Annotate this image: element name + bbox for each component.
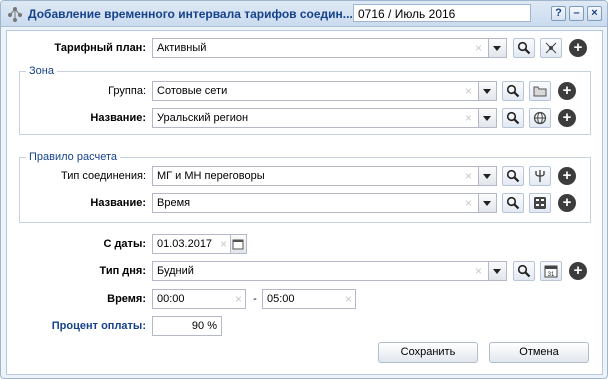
add-icon[interactable]: + <box>558 194 576 212</box>
clear-icon[interactable]: × <box>475 39 482 57</box>
rule-legend: Правило расчета <box>29 151 117 163</box>
search-button[interactable] <box>513 261 535 281</box>
search-button[interactable] <box>502 166 524 186</box>
hierarchy-button[interactable] <box>540 38 562 58</box>
form-body: Тарифный план: Активный × + Зона Группа:… <box>6 30 603 375</box>
time-from-field[interactable]: 00:00 × <box>152 289 246 309</box>
clear-icon[interactable]: × <box>465 194 472 212</box>
dialog-window: Добавление временного интервала тарифов … <box>0 0 608 379</box>
clear-icon[interactable]: × <box>345 290 352 308</box>
tariff-plan-label: Тарифный план: <box>54 42 146 54</box>
time-to-value: 05:00 <box>267 293 295 305</box>
network-icon <box>8 7 22 22</box>
chevron-down-icon[interactable] <box>478 167 496 185</box>
rule-name-combo[interactable]: Время × <box>152 193 497 213</box>
connection-type-label: Тип соединения: <box>61 170 146 182</box>
search-button[interactable] <box>502 108 524 128</box>
search-button[interactable] <box>502 81 524 101</box>
clear-icon[interactable]: × <box>465 167 472 185</box>
add-icon[interactable]: + <box>558 167 576 185</box>
chevron-down-icon[interactable] <box>478 194 496 212</box>
search-icon <box>506 84 520 98</box>
date-picker-trigger[interactable] <box>231 234 247 254</box>
hierarchy-icon <box>545 42 557 54</box>
time-separator: - <box>253 293 257 305</box>
search-icon <box>506 169 520 183</box>
payment-percent-value: 90 % <box>191 320 217 332</box>
calendar-day-text: 31 <box>548 272 555 278</box>
clear-icon[interactable]: × <box>465 109 472 127</box>
search-icon <box>517 41 531 55</box>
zone-name-combo[interactable]: Уральский регион × <box>152 108 497 128</box>
rule-name-value: Время <box>157 197 191 209</box>
add-icon[interactable]: + <box>558 109 576 127</box>
date-from-value: 01.03.2017 <box>157 238 213 250</box>
date-from-field[interactable]: 01.03.2017 × <box>152 234 231 254</box>
connection-type-value: МГ и МН переговоры <box>157 170 265 182</box>
cancel-button[interactable]: Отмена <box>489 342 589 363</box>
save-button[interactable]: Сохранить <box>378 342 478 363</box>
payment-percent-label: Процент оплаты: <box>51 320 146 332</box>
date-from-label: С даты: <box>103 238 146 250</box>
search-icon <box>517 264 531 278</box>
group-label: Группа: <box>108 85 146 97</box>
search-button[interactable] <box>513 38 535 58</box>
fork-button[interactable] <box>529 166 551 186</box>
day-type-combo[interactable]: Будний × <box>152 261 507 281</box>
calendar-button[interactable]: 31 <box>540 261 562 281</box>
clear-icon[interactable]: × <box>235 290 242 308</box>
group-value: Сотовые сети <box>157 85 228 97</box>
chevron-down-icon[interactable] <box>488 39 506 57</box>
zone-name-value: Уральский регион <box>157 112 249 124</box>
search-icon <box>506 196 520 210</box>
chevron-down-icon[interactable] <box>488 262 506 280</box>
day-type-label: Тип дня: <box>99 265 146 277</box>
period-display: 0716 / Июль 2016 <box>353 4 531 22</box>
time-to-field[interactable]: 05:00 × <box>262 289 356 309</box>
calculator-icon <box>534 197 546 209</box>
clear-icon[interactable]: × <box>465 82 472 100</box>
dialog-title: Добавление временного интервала тарифов … <box>28 7 353 21</box>
globe-icon <box>533 111 547 125</box>
chevron-down-icon[interactable] <box>478 82 496 100</box>
add-icon[interactable]: + <box>569 262 587 280</box>
tariff-plan-combo[interactable]: Активный × <box>152 38 507 58</box>
zone-legend: Зона <box>29 65 54 77</box>
rule-name-label: Название: <box>90 197 146 209</box>
calculator-button[interactable] <box>529 193 551 213</box>
day-type-value: Будний <box>157 265 194 277</box>
time-label: Время: <box>107 293 146 305</box>
clear-icon[interactable]: × <box>220 235 227 253</box>
fork-icon <box>535 170 545 182</box>
time-from-value: 00:00 <box>157 293 185 305</box>
minimize-button[interactable]: – <box>569 6 584 21</box>
title-bar[interactable]: Добавление временного интервала тарифов … <box>1 1 607 27</box>
search-button[interactable] <box>502 193 524 213</box>
group-combo[interactable]: Сотовые сети × <box>152 81 497 101</box>
help-button[interactable]: ? <box>551 6 566 21</box>
folder-icon <box>533 86 547 97</box>
tariff-plan-value: Активный <box>157 42 207 54</box>
calendar-icon <box>232 239 244 250</box>
chevron-down-icon[interactable] <box>478 109 496 127</box>
close-button[interactable]: × <box>587 6 602 21</box>
calendar-icon: 31 <box>544 265 558 278</box>
add-icon[interactable]: + <box>558 82 576 100</box>
zone-name-label: Название: <box>90 112 146 124</box>
connection-type-combo[interactable]: МГ и МН переговоры × <box>152 166 497 186</box>
search-icon <box>506 111 520 125</box>
globe-button[interactable] <box>529 108 551 128</box>
payment-percent-field[interactable]: 90 % <box>152 316 222 336</box>
folder-button[interactable] <box>529 81 551 101</box>
clear-icon[interactable]: × <box>475 262 482 280</box>
add-icon[interactable]: + <box>569 39 587 57</box>
